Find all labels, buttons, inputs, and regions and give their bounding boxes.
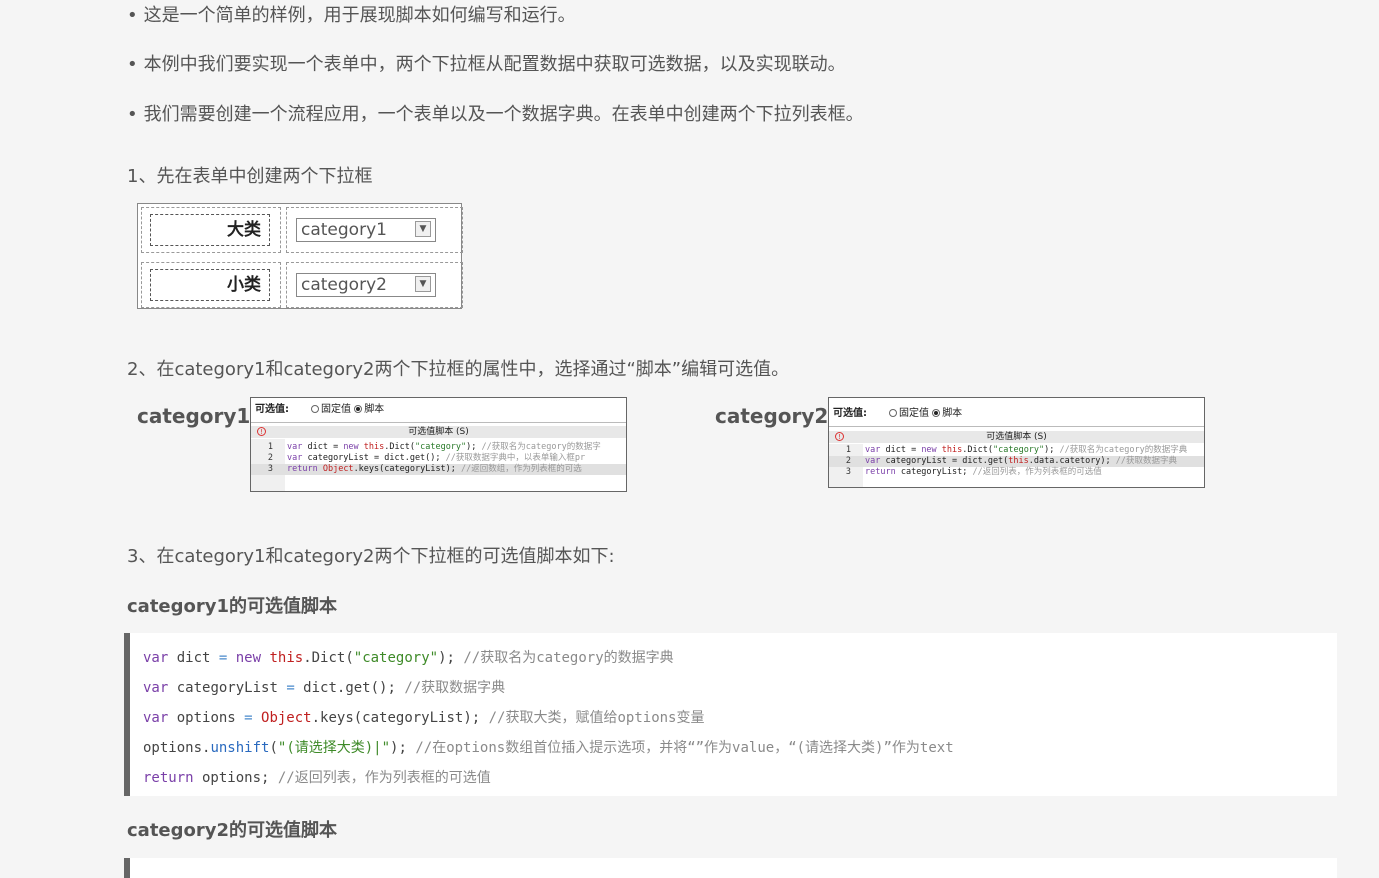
code-line: var dict = new this.Dict("category"); //… <box>143 650 674 666</box>
code-line: return options; //返回列表，作为列表框的可选值 <box>143 770 491 786</box>
form-row-category2: 小类 category2 ▼ <box>141 262 463 310</box>
form-row-category1: 大类 category1 ▼ <box>141 207 463 255</box>
radio-icon <box>311 405 319 413</box>
code-line: 2 var categoryList = dict.get(this.data.c… <box>829 456 1204 467</box>
shot-label-category2: category2 <box>715 404 829 428</box>
error-icon: ! <box>835 432 844 441</box>
code-line: var categoryList = dict.get(); //获取数据字典 <box>143 680 506 696</box>
code-line: 2 var categoryList = dict.get(); //获取数据字典… <box>267 453 586 463</box>
script-screenshot-category2: 可选值: 固定值 脚本 可选值脚本 (S) ! 1 var dict = new t… <box>828 397 1205 488</box>
dropdown-arrow-icon: ▼ <box>415 276 431 292</box>
intro-bullet-2: • 本例中我们要实现一个表单中，两个下拉框从配置数据中获取可选数据，以及实现联动。 <box>127 54 846 75</box>
code-line: 1 var dict = new this.Dict("category"); /… <box>845 445 1188 455</box>
intro-bullet-1: • 这是一个简单的样例，用于展现脚本如何编写和运行。 <box>127 5 576 26</box>
form-label: 大类 <box>150 214 270 246</box>
step-2-text: 2、在category1和category2两个下拉框的属性中，选择通过“脚本”… <box>127 359 790 380</box>
radio-checked-icon <box>354 405 363 413</box>
code-line: 3 return Object.keys(categoryList); //返回数… <box>251 464 626 475</box>
step-1-text: 1、先在表单中创建两个下拉框 <box>127 166 373 187</box>
code-line: options.unshift("(请选择大类)|"); //在options数… <box>143 740 954 756</box>
step-3-text: 3、在category1和category2两个下拉框的可选值脚本如下: <box>127 546 615 567</box>
code-line: 1 var dict = new this.Dict("category"); /… <box>267 442 601 452</box>
code-line: 3 return categoryList; //返回列表，作为列表框的可选值 <box>845 467 1102 477</box>
code-line: var options = Object.keys(categoryList);… <box>143 710 705 726</box>
code-block-category2 <box>124 858 1337 878</box>
script-screenshot-category1: 可选值: 固定值 脚本 可选值脚本 (S) ! 1 var dict = new t… <box>250 397 627 492</box>
radio-checked-icon <box>932 409 941 417</box>
shot-label-category1: category1 <box>137 404 251 428</box>
intro-bullet-3: • 我们需要创建一个流程应用，一个表单以及一个数据字典。在表单中创建两个下拉列表框… <box>127 104 864 125</box>
category2-select: category2 ▼ <box>296 273 436 297</box>
heading-category2-script: category2的可选值脚本 <box>127 820 338 841</box>
code-block-category1: var dict = new this.Dict("category"); //… <box>124 633 1337 796</box>
radio-icon <box>889 409 897 417</box>
form-screenshot: 大类 category1 ▼ 小类 category2 ▼ <box>137 203 463 310</box>
form-label: 小类 <box>150 269 270 301</box>
error-icon: ! <box>257 427 266 436</box>
category1-select: category1 ▼ <box>296 218 436 242</box>
dropdown-arrow-icon: ▼ <box>415 221 431 237</box>
heading-category1-script: category1的可选值脚本 <box>127 596 338 617</box>
